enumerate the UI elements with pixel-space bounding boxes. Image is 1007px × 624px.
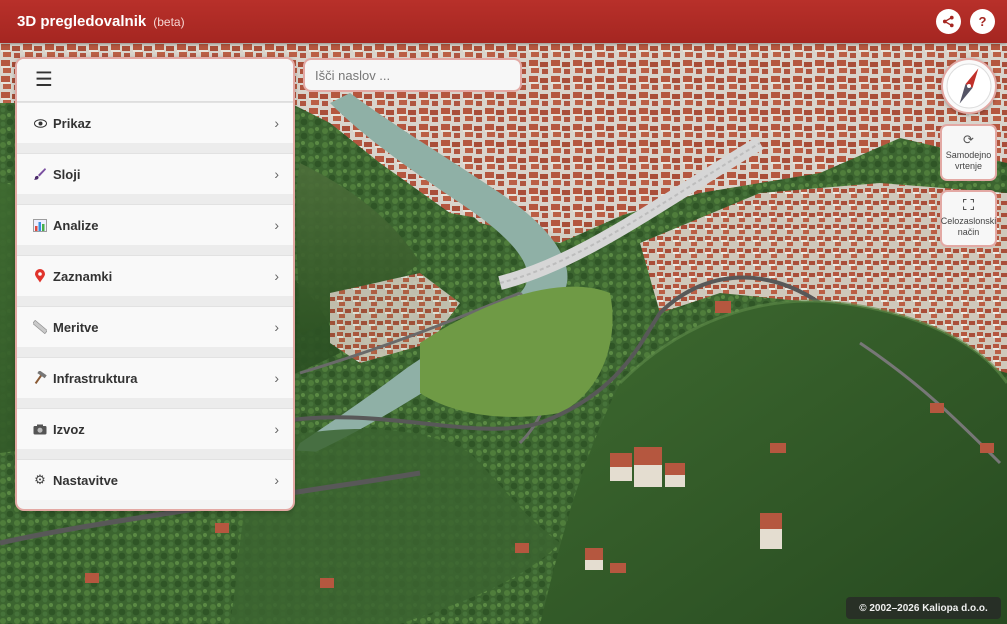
sidebar-item-label: Analize — [53, 217, 99, 233]
sidebar-item-label: Infrastruktura — [53, 370, 138, 386]
auto-rotate-button[interactable]: ⟳ Samodejno vrtenje — [940, 124, 997, 181]
compass-button[interactable] — [941, 58, 997, 114]
app-title: 3D pregledovalnik — [17, 13, 147, 30]
copyright-attribution: © 2002–2026 Kaliopa d.o.o. — [846, 597, 1001, 619]
chevron-right-icon: › — [274, 319, 279, 335]
sidebar-item-analize[interactable]: Analize › — [17, 204, 293, 245]
share-icon — [942, 15, 954, 28]
rotate-icon: ⟳ — [963, 132, 974, 147]
chevron-right-icon: › — [274, 115, 279, 131]
share-button[interactable] — [936, 9, 961, 34]
side-panel: ☰ Prikaz › Sloji › Analize › Zaznamki › — [15, 57, 295, 511]
chevron-right-icon: › — [274, 166, 279, 182]
eye-icon — [31, 118, 49, 128]
hammer-icon — [31, 371, 49, 385]
sidebar-item-label: Zaznamki — [53, 268, 113, 284]
sidebar-item-nastavitve[interactable]: ⚙ Nastavitve › — [17, 459, 293, 500]
fullscreen-button[interactable]: Celozaslonski način — [940, 190, 997, 247]
auto-rotate-label-line1: Samodejno — [945, 150, 992, 160]
sidebar-item-label: Nastavitve — [53, 472, 119, 488]
sidebar-item-meritve[interactable]: Meritve › — [17, 306, 293, 347]
sidebar-item-label: Izvoz — [53, 421, 85, 437]
sidebar-item-sloji[interactable]: Sloji › — [17, 153, 293, 194]
help-button[interactable]: ? — [970, 9, 995, 34]
sidebar-item-label: Prikaz — [53, 115, 92, 131]
sidebar-item-infrastruktura[interactable]: Infrastruktura › — [17, 357, 293, 398]
address-search-input[interactable] — [303, 58, 522, 92]
gear-icon: ⚙ — [34, 472, 46, 487]
sidebar-item-label: Sloji — [53, 166, 81, 182]
sidebar-item-zaznamki[interactable]: Zaznamki › — [17, 255, 293, 296]
chevron-right-icon: › — [274, 421, 279, 437]
beta-badge: (beta) — [153, 15, 185, 29]
chevron-right-icon: › — [274, 370, 279, 386]
sidebar-item-izvoz[interactable]: Izvoz › — [17, 408, 293, 449]
sidebar-item-label: Meritve — [53, 319, 99, 335]
bar-chart-icon — [31, 218, 49, 232]
fullscreen-label-line2: način — [957, 227, 980, 237]
fullscreen-label-line1: Celozaslonski — [940, 216, 997, 226]
panel-menu-toggle[interactable]: ☰ — [17, 59, 293, 102]
chevron-right-icon: › — [274, 217, 279, 233]
camera-icon — [31, 424, 49, 435]
pin-icon — [31, 269, 49, 283]
fullscreen-icon — [962, 198, 975, 212]
auto-rotate-label-line2: vrtenje — [954, 161, 982, 171]
sidebar-item-prikaz[interactable]: Prikaz › — [17, 102, 293, 143]
help-icon: ? — [978, 14, 987, 29]
chevron-right-icon: › — [274, 472, 279, 488]
compass-icon — [946, 63, 992, 109]
chevron-right-icon: › — [274, 268, 279, 284]
paintbrush-icon — [31, 167, 49, 181]
ruler-icon — [31, 320, 49, 334]
app-header: 3D pregledovalnik (beta) ? — [0, 0, 1007, 43]
hamburger-icon: ☰ — [35, 69, 53, 91]
